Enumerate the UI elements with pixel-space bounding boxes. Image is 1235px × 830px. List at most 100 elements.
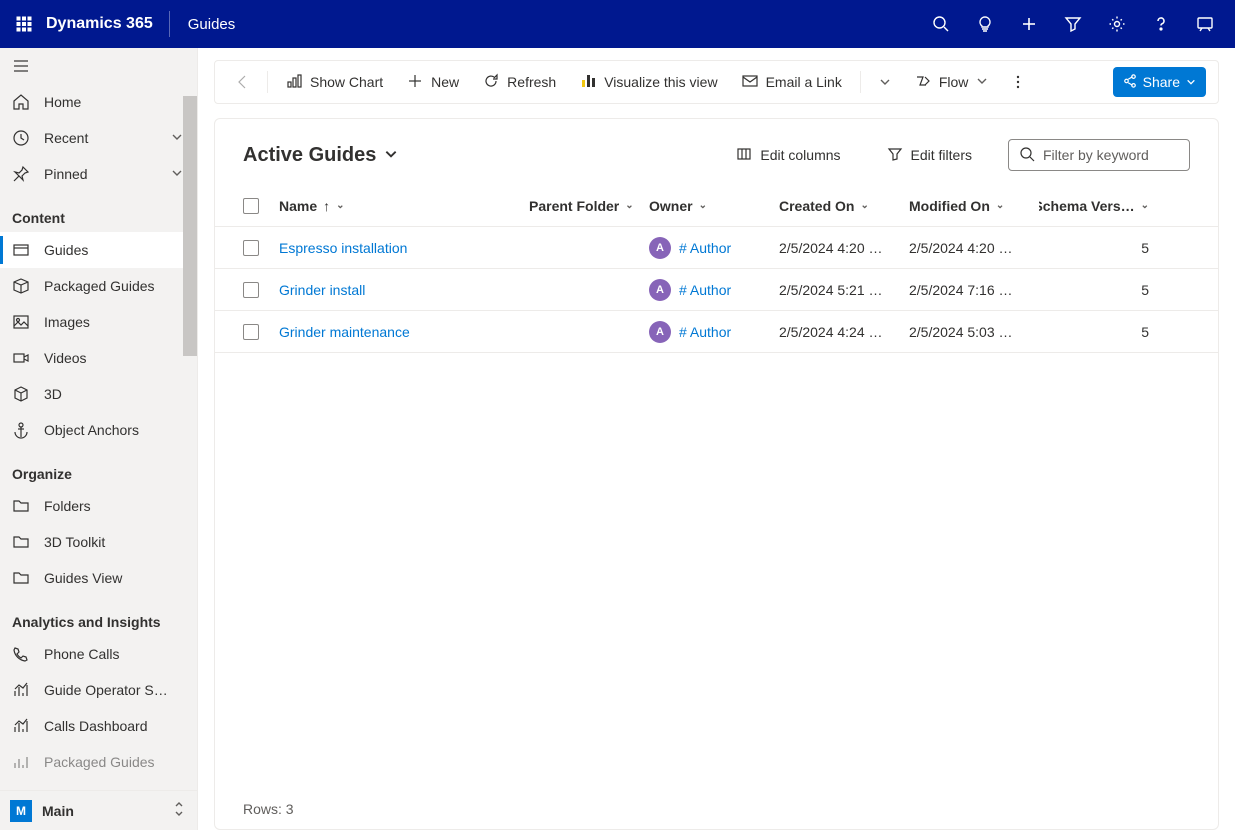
sidebar-item-guides[interactable]: Guides (0, 232, 197, 268)
help-icon[interactable] (1139, 0, 1183, 48)
col-label: Schema Vers… (1039, 198, 1135, 214)
modified-cell: 2/5/2024 4:20 … (909, 240, 1013, 256)
show-chart-button[interactable]: Show Chart (276, 66, 393, 98)
filter-input[interactable] (1043, 147, 1179, 163)
lightbulb-icon[interactable] (963, 0, 1007, 48)
table-row[interactable]: Espresso installation A# Author 2/5/2024… (215, 227, 1218, 269)
edit-filters-label: Edit filters (911, 147, 972, 163)
folder-icon (12, 497, 30, 515)
created-cell: 2/5/2024 4:20 … (779, 240, 883, 256)
back-button[interactable] (227, 66, 259, 98)
row-checkbox[interactable] (243, 324, 259, 340)
schema-cell: 5 (1039, 282, 1149, 298)
new-button[interactable]: New (397, 66, 469, 98)
overflow-button[interactable] (1002, 66, 1034, 98)
sidebar-item-label: Folders (44, 498, 185, 514)
sidebar-item-label: 3D Toolkit (44, 534, 185, 550)
sidebar-item-label: Images (44, 314, 185, 330)
sidebar-item-label: Guides (44, 242, 185, 258)
search-icon[interactable] (919, 0, 963, 48)
app-name-label[interactable]: Guides (174, 16, 236, 33)
sidebar-toggle[interactable] (0, 48, 197, 84)
column-header-name[interactable]: Name ↑⌄ (279, 198, 529, 214)
edit-filters-button[interactable]: Edit filters (881, 142, 978, 169)
sidebar-item-label: Calls Dashboard (44, 718, 185, 734)
chevron-down-icon: ⌄ (699, 200, 707, 211)
sidebar-item-label: Guides View (44, 570, 185, 586)
sidebar-item-pinned[interactable]: Pinned (0, 156, 197, 192)
refresh-button[interactable]: Refresh (473, 66, 566, 98)
sidebar-item-3d-toolkit[interactable]: 3D Toolkit (0, 524, 197, 560)
sidebar-item-3d[interactable]: 3D (0, 376, 197, 412)
chevron-updown-icon (173, 801, 187, 820)
chart-icon (12, 753, 30, 771)
edit-columns-button[interactable]: Edit columns (730, 142, 846, 169)
record-name-link[interactable]: Espresso installation (279, 240, 407, 256)
sidebar-item-packaged-guides-2[interactable]: Packaged Guides (0, 744, 197, 780)
sidebar-item-guides-view[interactable]: Guides View (0, 560, 197, 596)
chevron-down-icon: ⌄ (336, 200, 344, 211)
global-navbar: Dynamics 365 Guides (0, 0, 1235, 48)
brand-label[interactable]: Dynamics 365 (46, 15, 169, 33)
sidebar-item-recent[interactable]: Recent (0, 120, 197, 156)
table-row[interactable]: Grinder maintenance A# Author 2/5/2024 4… (215, 311, 1218, 353)
flow-button[interactable]: Flow (905, 66, 999, 98)
sidebar-item-object-anchors[interactable]: Object Anchors (0, 412, 197, 448)
filter-input-container[interactable] (1008, 139, 1190, 171)
sidebar-item-calls-dashboard[interactable]: Calls Dashboard (0, 708, 197, 744)
row-checkbox[interactable] (243, 282, 259, 298)
sidebar-item-images[interactable]: Images (0, 304, 197, 340)
cmd-label: New (431, 74, 459, 90)
email-link-button[interactable]: Email a Link (732, 66, 852, 98)
share-button[interactable]: Share (1113, 67, 1206, 97)
refresh-icon (483, 73, 499, 92)
folder-icon (12, 533, 30, 551)
sidebar-item-label: Recent (44, 130, 157, 146)
phone-icon (12, 645, 30, 663)
record-name-link[interactable]: Grinder maintenance (279, 324, 410, 340)
filter-icon[interactable] (1051, 0, 1095, 48)
chart-icon (12, 681, 30, 699)
sidebar-item-home[interactable]: Home (0, 84, 197, 120)
assistant-icon[interactable] (1183, 0, 1227, 48)
area-switcher[interactable]: M Main (0, 790, 197, 830)
topnav-divider (169, 11, 170, 37)
sidebar-item-phone-calls[interactable]: Phone Calls (0, 636, 197, 672)
record-name-link[interactable]: Grinder install (279, 282, 365, 298)
owner-avatar: A (649, 321, 671, 343)
column-header-owner[interactable]: Owner⌄ (649, 198, 779, 214)
view-title-text: Active Guides (243, 144, 376, 167)
settings-icon[interactable] (1095, 0, 1139, 48)
sidebar-item-packaged-guides[interactable]: Packaged Guides (0, 268, 197, 304)
sidebar-item-guide-operator[interactable]: Guide Operator S… (0, 672, 197, 708)
app-launcher-icon[interactable] (8, 8, 40, 40)
section-organize: Organize (0, 448, 197, 488)
grid-footer: Rows: 3 (215, 789, 1218, 829)
column-header-parent-folder[interactable]: Parent Folder⌄ (529, 198, 649, 214)
add-icon[interactable] (1007, 0, 1051, 48)
mail-icon (742, 73, 758, 92)
column-header-modified[interactable]: Modified On⌄ (909, 198, 1039, 214)
visualize-button[interactable]: Visualize this view (570, 66, 727, 98)
scrollbar[interactable] (183, 96, 197, 356)
table-row[interactable]: Grinder install A# Author 2/5/2024 5:21 … (215, 269, 1218, 311)
sidebar-item-videos[interactable]: Videos (0, 340, 197, 376)
email-dropdown[interactable] (869, 66, 901, 98)
select-all-checkbox[interactable] (243, 198, 259, 214)
chevron-down-icon: ⌄ (860, 200, 868, 211)
column-header-created[interactable]: Created On⌄ (779, 198, 909, 214)
modified-cell: 2/5/2024 7:16 … (909, 282, 1013, 298)
owner-link[interactable]: # Author (679, 240, 731, 256)
column-header-schema[interactable]: Schema Vers…⌄ (1039, 198, 1149, 214)
sidebar-item-folders[interactable]: Folders (0, 488, 197, 524)
data-grid: Name ↑⌄ Parent Folder⌄ Owner⌄ Created On… (215, 185, 1218, 789)
row-checkbox[interactable] (243, 240, 259, 256)
cube-icon (12, 385, 30, 403)
owner-link[interactable]: # Author (679, 324, 731, 340)
command-bar: Show Chart New Refresh Visualize this vi… (214, 60, 1219, 104)
view-title[interactable]: Active Guides (243, 144, 398, 167)
home-icon (12, 93, 30, 111)
owner-link[interactable]: # Author (679, 282, 731, 298)
package-icon (12, 277, 30, 295)
image-icon (12, 313, 30, 331)
